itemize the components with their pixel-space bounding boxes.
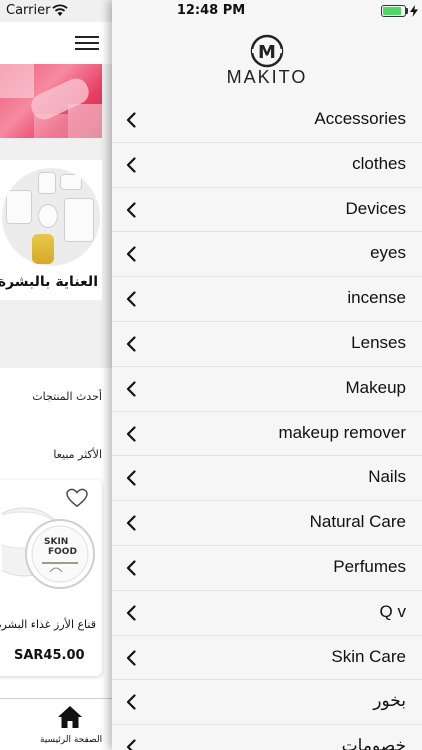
menu-item-nails[interactable]: Nails xyxy=(112,456,422,502)
menu-item-q-v[interactable]: Q v xyxy=(112,591,422,636)
menu-item-accessories[interactable]: Accessories xyxy=(112,98,422,143)
chevron-left-icon xyxy=(126,291,136,307)
menu-item-label: بخور xyxy=(373,691,406,711)
tab-bar: الصفحة الرئيسية xyxy=(0,698,112,750)
chevron-left-icon xyxy=(126,112,136,128)
menu-item-label: incense xyxy=(347,288,406,308)
category-title: العناية بالبشرة xyxy=(0,274,98,290)
svg-text:SKIN: SKIN xyxy=(44,537,68,547)
clock: 12:48 PM xyxy=(176,3,246,18)
home-screen: العناية بالبشرة أحدث المنتجات الأكثر مبي… xyxy=(0,0,112,750)
chevron-left-icon xyxy=(126,157,136,173)
menu-item-natural-care[interactable]: Natural Care xyxy=(112,501,422,546)
svg-text:FOOD: FOOD xyxy=(48,547,77,557)
menu-item-label: Makeup xyxy=(345,377,406,397)
logo-letter: M xyxy=(258,42,276,63)
best-sellers-label: الأكثر مبيعا xyxy=(53,448,102,461)
menu-item-label: eyes xyxy=(370,243,406,263)
menu-item-makeup[interactable]: Makeup xyxy=(112,367,422,412)
brand-name: MAKITO xyxy=(226,67,308,87)
hamburger-icon[interactable] xyxy=(75,36,101,52)
menu-item-label: Skin Care xyxy=(331,646,406,666)
chevron-left-icon xyxy=(126,425,136,442)
tab-home-label[interactable]: الصفحة الرئيسية xyxy=(40,735,102,745)
menu-item-label: Perfumes xyxy=(333,556,406,576)
menu-item-label: makeup remover xyxy=(278,422,406,442)
menu-item-label: Nails xyxy=(368,467,406,487)
chevron-left-icon xyxy=(126,381,136,397)
menu-item-label: Accessories xyxy=(314,109,406,128)
makito-logo-icon: M xyxy=(250,34,284,68)
menu-item-clothes[interactable]: clothes xyxy=(112,143,422,188)
menu-item-label: خصومات xyxy=(341,736,406,750)
menu-item-خصومات[interactable]: خصومات xyxy=(112,725,422,750)
menu-item-skin-care[interactable]: Skin Care xyxy=(112,636,422,681)
product-price: SAR45.00 xyxy=(14,648,85,663)
menu-item-devices[interactable]: Devices xyxy=(112,188,422,233)
menu-item-makeup-remover[interactable]: makeup remover xyxy=(112,412,422,457)
menu-item-lenses[interactable]: Lenses xyxy=(112,322,422,367)
promo-banner[interactable] xyxy=(0,64,102,138)
bolt-icon xyxy=(410,5,418,17)
chevron-left-icon xyxy=(126,605,136,621)
battery-icon xyxy=(381,5,406,17)
status-bar: Carrier 12:48 PM xyxy=(0,0,422,22)
chevron-left-icon xyxy=(126,515,136,531)
category-drawer: M MAKITO Accessories clothes Devices eyes in… xyxy=(112,0,422,750)
menu-item-بخور[interactable]: بخور xyxy=(112,680,422,726)
home-icon[interactable] xyxy=(57,705,83,729)
chevron-left-icon xyxy=(126,649,136,666)
chevron-left-icon xyxy=(126,470,136,486)
category-list: Accessories clothes Devices eyes incense Lens… xyxy=(112,98,422,750)
chevron-left-icon xyxy=(126,246,136,262)
category-image xyxy=(2,168,100,266)
menu-item-perfumes[interactable]: Perfumes xyxy=(112,546,422,591)
menu-item-label: Q v xyxy=(379,601,406,621)
heart-icon[interactable] xyxy=(66,488,88,508)
latest-products-label: أحدث المنتجات xyxy=(32,390,102,403)
chevron-left-icon xyxy=(126,201,136,218)
chevron-left-icon xyxy=(126,560,136,576)
menu-item-incense[interactable]: incense xyxy=(112,277,422,322)
menu-item-label: Natural Care xyxy=(309,512,406,532)
menu-item-label: Lenses xyxy=(351,332,406,352)
product-name: قناع الأرز غذاء البشرة xyxy=(0,618,96,631)
chevron-left-icon xyxy=(126,336,136,352)
battery-tip xyxy=(406,8,408,14)
menu-item-label: clothes xyxy=(352,153,406,173)
chevron-left-icon xyxy=(126,694,136,710)
menu-item-label: Devices xyxy=(345,198,406,218)
category-skincare[interactable]: العناية بالبشرة xyxy=(0,160,102,300)
product-card[interactable]: SKIN FOOD قناع الأرز غذاء البشرة SAR45.0… xyxy=(0,480,102,676)
menu-item-eyes[interactable]: eyes xyxy=(112,232,422,278)
chevron-left-icon xyxy=(126,739,136,750)
